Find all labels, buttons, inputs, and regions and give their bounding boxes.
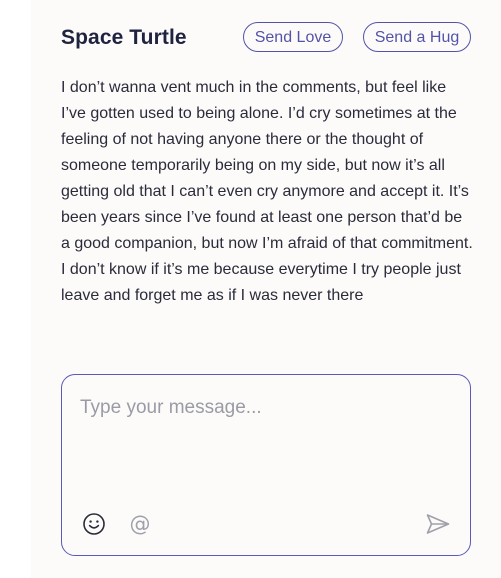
send-paper-plane-icon[interactable] [424,510,452,538]
message-input[interactable] [80,397,450,487]
smiley-face-icon[interactable] [80,510,108,538]
send-love-button[interactable]: Send Love [243,22,343,52]
author-name: Space Turtle [61,26,187,49]
post-card: Space Turtle Send Love Send a Hug I don’… [31,0,501,578]
post-body: I don’t wanna vent much in the comments,… [61,79,473,304]
message-composer: @ [61,374,471,556]
send-hug-button[interactable]: Send a Hug [363,22,471,52]
at-sign-glyph: @ [129,512,151,536]
post-header: Space Turtle Send Love Send a Hug [61,22,471,54]
at-sign-icon[interactable]: @ [126,510,154,538]
